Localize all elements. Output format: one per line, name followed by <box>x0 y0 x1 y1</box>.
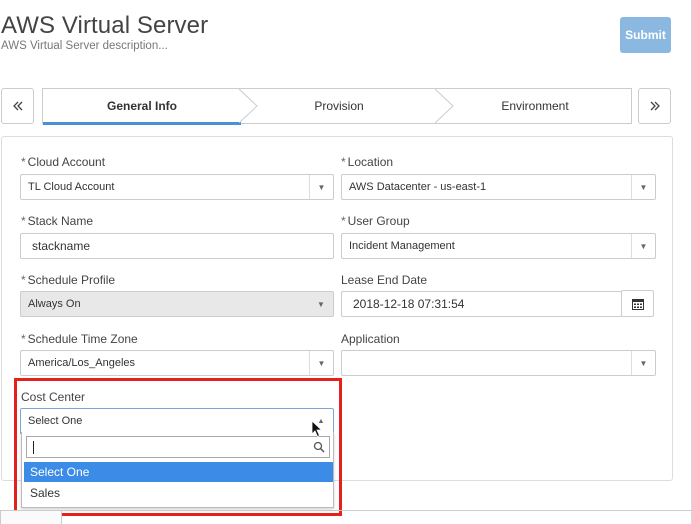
chevron-down-icon: ▼ <box>309 175 333 199</box>
required-marker: * <box>21 214 26 228</box>
user-group-value: Incident Management <box>349 240 455 252</box>
stack-name-input[interactable]: stackname <box>20 233 334 259</box>
chevron-down-icon: ▼ <box>309 351 333 375</box>
location-value: AWS Datacenter - us-east-1 <box>349 181 487 193</box>
required-marker: * <box>21 155 26 169</box>
schedule-time-zone-select[interactable]: America/Los_Angeles ▼ <box>20 350 334 376</box>
schedule-profile-value: Always On <box>28 298 81 310</box>
user-group-select[interactable]: Incident Management ▼ <box>341 233 656 259</box>
tab-environment[interactable]: Environment <box>437 89 633 123</box>
double-chevron-right-icon <box>650 101 660 111</box>
page-title: AWS Virtual Server <box>1 12 209 39</box>
chevron-down-icon: ▼ <box>631 351 655 375</box>
calendar-icon <box>631 298 644 310</box>
app-window: AWS Virtual Server AWS Virtual Server de… <box>0 0 692 524</box>
cloud-account-value: TL Cloud Account <box>28 181 115 193</box>
chevron-down-icon: ▼ <box>631 175 655 199</box>
wizard-steps: General Info Provision Environment <box>42 88 633 125</box>
location-label: * Location <box>341 155 394 169</box>
user-group-label: * User Group <box>341 214 410 228</box>
lease-end-date-label: Lease End Date <box>341 273 428 287</box>
schedule-profile-label: * Schedule Profile <box>21 273 116 287</box>
lease-end-date-input[interactable]: 2018-12-18 07:31:54 <box>341 291 622 317</box>
bottom-divider <box>62 510 692 511</box>
tab-provision[interactable]: Provision <box>241 89 437 123</box>
schedule-time-zone-value: America/Los_Angeles <box>28 357 136 369</box>
schedule-time-zone-label: * Schedule Time Zone <box>21 332 138 346</box>
cloud-account-select[interactable]: TL Cloud Account ▼ <box>20 174 334 200</box>
bottom-tab <box>0 510 62 524</box>
chevron-down-icon: ▼ <box>631 234 655 258</box>
submit-button[interactable]: Submit <box>620 17 671 53</box>
application-label: Application <box>341 332 400 346</box>
wizard-next-button[interactable] <box>638 88 671 124</box>
cloud-account-label: * Cloud Account <box>21 155 106 169</box>
required-marker: * <box>21 273 26 287</box>
stack-name-label: * Stack Name <box>21 214 94 228</box>
location-select[interactable]: AWS Datacenter - us-east-1 ▼ <box>341 174 656 200</box>
application-select[interactable]: ▼ <box>341 350 656 376</box>
wizard-prev-button[interactable] <box>1 88 34 124</box>
double-chevron-left-icon <box>12 101 22 111</box>
required-marker: * <box>341 214 346 228</box>
highlight-annotation-box <box>14 378 342 516</box>
calendar-button[interactable] <box>621 290 654 317</box>
schedule-profile-select: Always On ▼ <box>20 291 334 317</box>
chevron-down-icon: ▼ <box>317 299 325 309</box>
required-marker: * <box>341 155 346 169</box>
page-description: AWS Virtual Server description... <box>1 40 168 52</box>
required-marker: * <box>21 332 26 346</box>
tab-general-info[interactable]: General Info <box>43 89 241 125</box>
